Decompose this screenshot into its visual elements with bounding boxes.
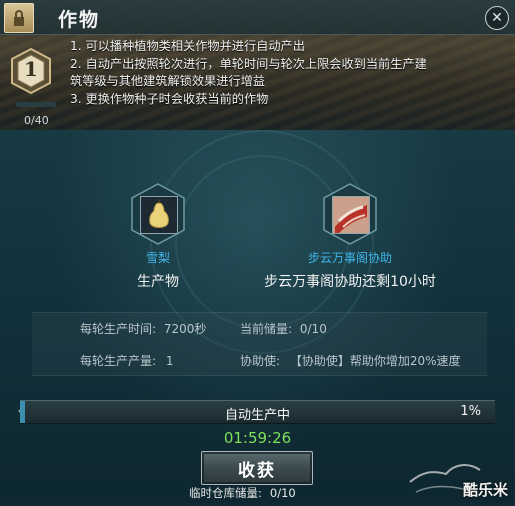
harvest-button[interactable]: 收获 (201, 451, 313, 485)
watermark: 酷乐米 (402, 452, 512, 502)
close-icon: ✕ (491, 10, 503, 26)
temp-storage-value: 0/10 (269, 486, 296, 500)
lock-icon (4, 3, 34, 33)
round-output-stat: 每轮生产产量: 1 (80, 352, 174, 369)
storage-value: 0/10 (299, 322, 327, 336)
level-progress-text: 0/40 (24, 114, 49, 127)
assistant-label: 协助使: (240, 354, 281, 368)
rule-line: 1. 可以播种植物类相关作物并进行自动产出 (70, 39, 305, 53)
assist-slot[interactable] (318, 182, 382, 246)
window-title: 作物 (58, 9, 101, 31)
product-label: 生产物 (137, 274, 179, 290)
level-progress-bar (16, 102, 56, 107)
round-time-stat: 每轮生产时间: 7200秒 (80, 320, 206, 337)
product-item-name: 雪梨 (145, 251, 170, 265)
close-button[interactable]: ✕ (485, 6, 509, 30)
pear-icon (140, 196, 178, 234)
rule-line: 2. 自动产出按照轮次进行，单轮时间与轮次上限会收到当前生产建 (70, 56, 427, 71)
storage-stat: 当前储量: 0/10 (240, 320, 327, 337)
rule-line: 筑等级与其他建筑解锁效果进行增益 (70, 74, 265, 88)
temp-storage-label: 临时仓库储量: (189, 486, 262, 500)
title-bar: 作物 ✕ (0, 0, 515, 35)
production-timer: 01:59:26 (223, 429, 292, 447)
assist-label: 步云万事阁协助还剩10小时 (264, 274, 436, 290)
temp-storage: 临时仓库储量: 0/10 (189, 485, 296, 501)
level-number: 1 (24, 57, 38, 81)
product-slot[interactable] (126, 182, 190, 246)
watermark-text: 酷乐米 (462, 481, 508, 499)
production-progress-bar: 自动生产中 1% (18, 400, 495, 424)
assistant-stat: 协助使: 【协助使】帮助你增加20%速度 (240, 352, 461, 369)
round-output-label: 每轮生产产量: (80, 354, 157, 368)
rule-line: 3. 更换作物种子时会收获当前的作物 (70, 91, 269, 106)
assist-helper-icon (332, 196, 370, 234)
rules-text: 1. 可以播种植物类相关作物并进行自动产出 2. 自动产出按照轮次进行，单轮时间… (70, 38, 490, 108)
level-badge: 1 (10, 47, 52, 95)
round-output-value: 1 (165, 354, 174, 368)
round-time-label: 每轮生产时间: (80, 322, 157, 336)
storage-label: 当前储量: (240, 322, 293, 336)
assist-item-name: 步云万事阁协助 (307, 251, 392, 265)
assistant-value: 【协助使】帮助你增加20%速度 (289, 354, 461, 368)
round-time-value: 7200秒 (163, 322, 207, 336)
production-status: 自动生产中 (224, 408, 290, 423)
production-percent: 1% (460, 404, 481, 419)
